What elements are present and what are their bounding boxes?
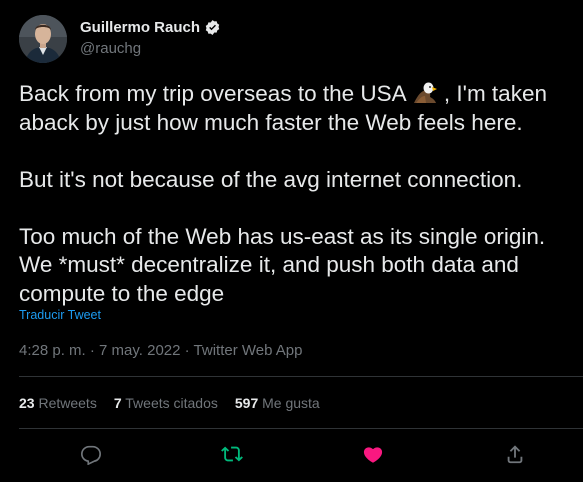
likes-label: Me gusta [258,395,320,411]
likes-count: 597 [234,395,259,411]
quote-tweets-label: Tweets citados [121,395,218,411]
retweets-label: Retweets [34,395,97,411]
tweet-card: Guillermo Rauch @rauchg Back from my tri… [0,0,583,482]
author-handle[interactable]: @rauchg [80,40,141,57]
tweet-paragraph: But it's not because of the avg internet… [19,166,523,192]
profile-photo [19,15,67,63]
avatar[interactable] [19,15,67,63]
like-button[interactable] [360,441,386,467]
retweet-button[interactable] [219,441,245,467]
tweet-paragraph: Back from my trip overseas to the USA , … [19,80,574,137]
reply-button[interactable] [78,441,104,467]
likes-stat[interactable]: 597 Me gusta [235,395,320,411]
tweet-text-segment: Back from my trip overseas to the USA [19,81,412,106]
retweet-icon [221,446,243,462]
eagle-emoji-icon [413,82,437,103]
divider [19,376,583,377]
share-icon [507,445,523,464]
author-name[interactable]: Guillermo Rauch [80,19,221,36]
share-button[interactable] [502,441,528,467]
tweet-paragraph: Too much of the Web has us-east as its s… [19,223,546,306]
verified-badge-icon [205,20,220,35]
heart-icon [363,447,383,463]
divider [19,428,583,429]
tweet-text: Back from my trip overseas to the USA , … [19,80,574,308]
translate-tweet-link[interactable]: Traducir Tweet [19,308,101,322]
tweet-timestamp[interactable]: 4:28 p. m. · 7 may. 2022 · Twitter Web A… [19,342,302,359]
quote-tweets-stat[interactable]: 7 Tweets citados [114,395,218,411]
author-name-text: Guillermo Rauch [80,19,201,36]
retweets-stat[interactable]: 23 Retweets [19,395,97,411]
tweet-actions [0,436,583,472]
tweet-stats: 23 Retweets 7 Tweets citados 597 Me gust… [19,395,320,411]
reply-icon [81,445,101,465]
quote-tweets-count: 7 [113,395,122,411]
retweets-count: 23 [19,395,35,411]
